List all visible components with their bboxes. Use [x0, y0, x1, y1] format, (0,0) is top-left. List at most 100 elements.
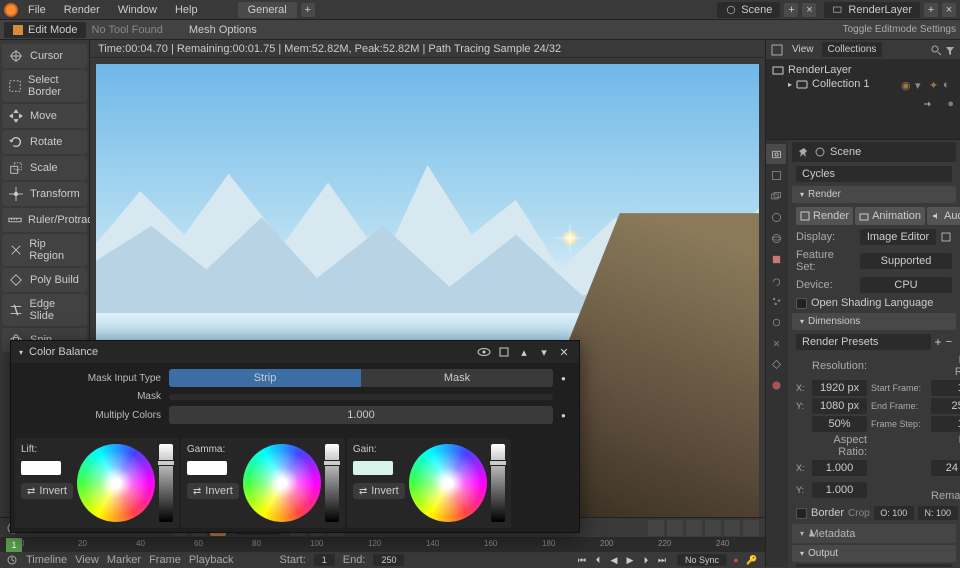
prop-tab-world[interactable]	[766, 228, 786, 248]
gain-swatch[interactable]	[353, 461, 393, 475]
search-icon[interactable]	[930, 44, 942, 56]
tool-cursor[interactable]: Cursor	[2, 44, 87, 68]
anim-dot-icon[interactable]: ●	[561, 374, 569, 383]
mask-type-mask[interactable]: Mask	[361, 369, 553, 387]
move-down-icon[interactable]: ▾	[537, 345, 551, 359]
keying-icon[interactable]: 🔑	[745, 553, 759, 567]
remap-old-field[interactable]: O: 100	[874, 506, 914, 520]
sync-selector[interactable]: No Sync	[677, 554, 727, 566]
overlay-icon-4[interactable]	[705, 520, 721, 536]
overlay-icon-6[interactable]	[743, 520, 759, 536]
jump-start-icon[interactable]: ⏮	[575, 553, 589, 567]
prop-tab-render[interactable]	[766, 144, 786, 164]
res-x-field[interactable]: 1920 px	[812, 380, 867, 396]
overlay-icon-5[interactable]	[724, 520, 740, 536]
prop-tab-output[interactable]	[766, 165, 786, 185]
toggle-editmode-settings[interactable]: Toggle Editmode Settings	[843, 24, 956, 35]
popout-icon[interactable]	[940, 231, 952, 243]
tool-scale[interactable]: Scale	[2, 156, 87, 180]
prop-tab-object[interactable]	[766, 249, 786, 269]
tool-rotate[interactable]: Rotate	[2, 130, 87, 154]
border-checkbox[interactable]: Border	[796, 507, 844, 519]
gamma-value-slider[interactable]	[325, 444, 339, 522]
menu-render[interactable]: Render	[56, 2, 108, 18]
chevron-down-icon[interactable]: ▾	[19, 348, 23, 357]
tool-rip-region[interactable]: Rip Region	[2, 234, 87, 266]
tl-playback[interactable]: Playback	[189, 554, 234, 566]
render-presets[interactable]: Render Presets	[796, 334, 931, 350]
audio-button[interactable]: Audio	[927, 207, 960, 225]
keyframe-next-icon[interactable]: ⏵	[639, 553, 653, 567]
mask-selector[interactable]	[169, 394, 553, 400]
renderlayer-add-button[interactable]: +	[924, 3, 938, 17]
renderlayer-selector[interactable]: RenderLayer	[824, 2, 920, 18]
gain-color-wheel[interactable]	[409, 444, 487, 522]
res-y-field[interactable]: 1080 px	[812, 398, 867, 414]
menu-window[interactable]: Window	[110, 2, 165, 18]
tool-move[interactable]: Move	[2, 104, 87, 128]
overlay-icon-1[interactable]	[648, 520, 664, 536]
tree-collection1[interactable]: ▸ Collection 1 ◉ ▾ ✦ ◐	[772, 77, 954, 91]
jump-end-icon[interactable]: ⏭	[655, 553, 669, 567]
outliner-editor-icon[interactable]	[770, 43, 784, 57]
timeline-ruler[interactable]: 1 020406080100120140160180200220240	[0, 538, 765, 552]
engine-selector[interactable]: Cycles	[796, 166, 952, 182]
tool-edge-slide[interactable]: Edge Slide	[2, 294, 87, 326]
scene-selector[interactable]: Scene	[717, 2, 780, 18]
preset-remove-icon[interactable]: −	[946, 336, 952, 348]
anim-dot-icon[interactable]: ●	[561, 411, 569, 420]
scene-add-button[interactable]: +	[784, 3, 798, 17]
render-button[interactable]: Render	[796, 207, 853, 225]
tl-timeline[interactable]: Timeline	[26, 554, 67, 566]
gamma-swatch[interactable]	[187, 461, 227, 475]
gain-value-slider[interactable]	[491, 444, 505, 522]
lift-swatch[interactable]	[21, 461, 61, 475]
prop-tab-physics[interactable]	[766, 312, 786, 332]
tool-poly-build[interactable]: Poly Build	[2, 268, 87, 292]
outliner-tab-collections[interactable]: Collections	[822, 42, 883, 57]
fps-field[interactable]: 24 fps	[931, 460, 960, 476]
scene-close-button[interactable]: ×	[802, 3, 816, 17]
tl-marker[interactable]: Marker	[107, 554, 141, 566]
workspace-tab-general[interactable]: General	[238, 2, 297, 18]
start-field[interactable]: 1	[314, 554, 335, 566]
tool-select-border[interactable]: Select Border	[2, 70, 87, 102]
play-icon[interactable]: ▶	[623, 553, 637, 567]
osl-checkbox[interactable]: Open Shading Language	[792, 295, 956, 311]
gamma-color-wheel[interactable]	[243, 444, 321, 522]
start-frame-field[interactable]: 1	[931, 380, 960, 396]
tree-renderlayer[interactable]: RenderLayer	[772, 63, 954, 77]
move-up-icon[interactable]: ▴	[517, 345, 531, 359]
pin-icon[interactable]	[798, 146, 810, 158]
res-pct-field[interactable]: 50%	[812, 416, 867, 432]
chevron-right-icon[interactable]: ▸	[788, 80, 792, 89]
menu-file[interactable]: File	[20, 2, 54, 18]
prop-tab-material[interactable]	[766, 375, 786, 395]
remap-new-field[interactable]: N: 100	[918, 506, 958, 520]
section-render[interactable]: Render	[792, 186, 956, 203]
frame-step-field[interactable]: 1	[931, 416, 960, 432]
prop-tab-viewlayer[interactable]	[766, 186, 786, 206]
mute-icon[interactable]	[497, 345, 511, 359]
selectable-icon[interactable]: ▾	[915, 79, 926, 90]
feature-selector[interactable]: Supported	[860, 253, 952, 269]
filter-icon[interactable]	[944, 44, 956, 56]
play-reverse-icon[interactable]: ◀	[607, 553, 621, 567]
mask-type-strip[interactable]: Strip	[169, 369, 361, 387]
preset-add-icon[interactable]: +	[935, 335, 942, 349]
section-dimensions[interactable]: Dimensions	[792, 313, 956, 330]
autokey-icon[interactable]: ●	[729, 553, 743, 567]
holdout-icon[interactable]: ◐	[943, 79, 954, 90]
tl-frame[interactable]: Frame	[149, 554, 181, 566]
gamma-invert-button[interactable]: ⇄Invert	[187, 483, 239, 499]
lift-color-wheel[interactable]	[77, 444, 155, 522]
menu-help[interactable]: Help	[167, 2, 206, 18]
prop-tab-modifier[interactable]	[766, 270, 786, 290]
prop-tab-scene[interactable]	[766, 207, 786, 227]
gain-invert-button[interactable]: ⇄Invert	[353, 483, 405, 499]
prop-tab-data[interactable]	[766, 354, 786, 374]
eye-icon[interactable]	[477, 345, 491, 359]
renderlayer-close-button[interactable]: ×	[942, 3, 956, 17]
dot-icon[interactable]: ●	[947, 98, 954, 110]
aspect-y-field[interactable]: 1.000	[812, 482, 867, 498]
